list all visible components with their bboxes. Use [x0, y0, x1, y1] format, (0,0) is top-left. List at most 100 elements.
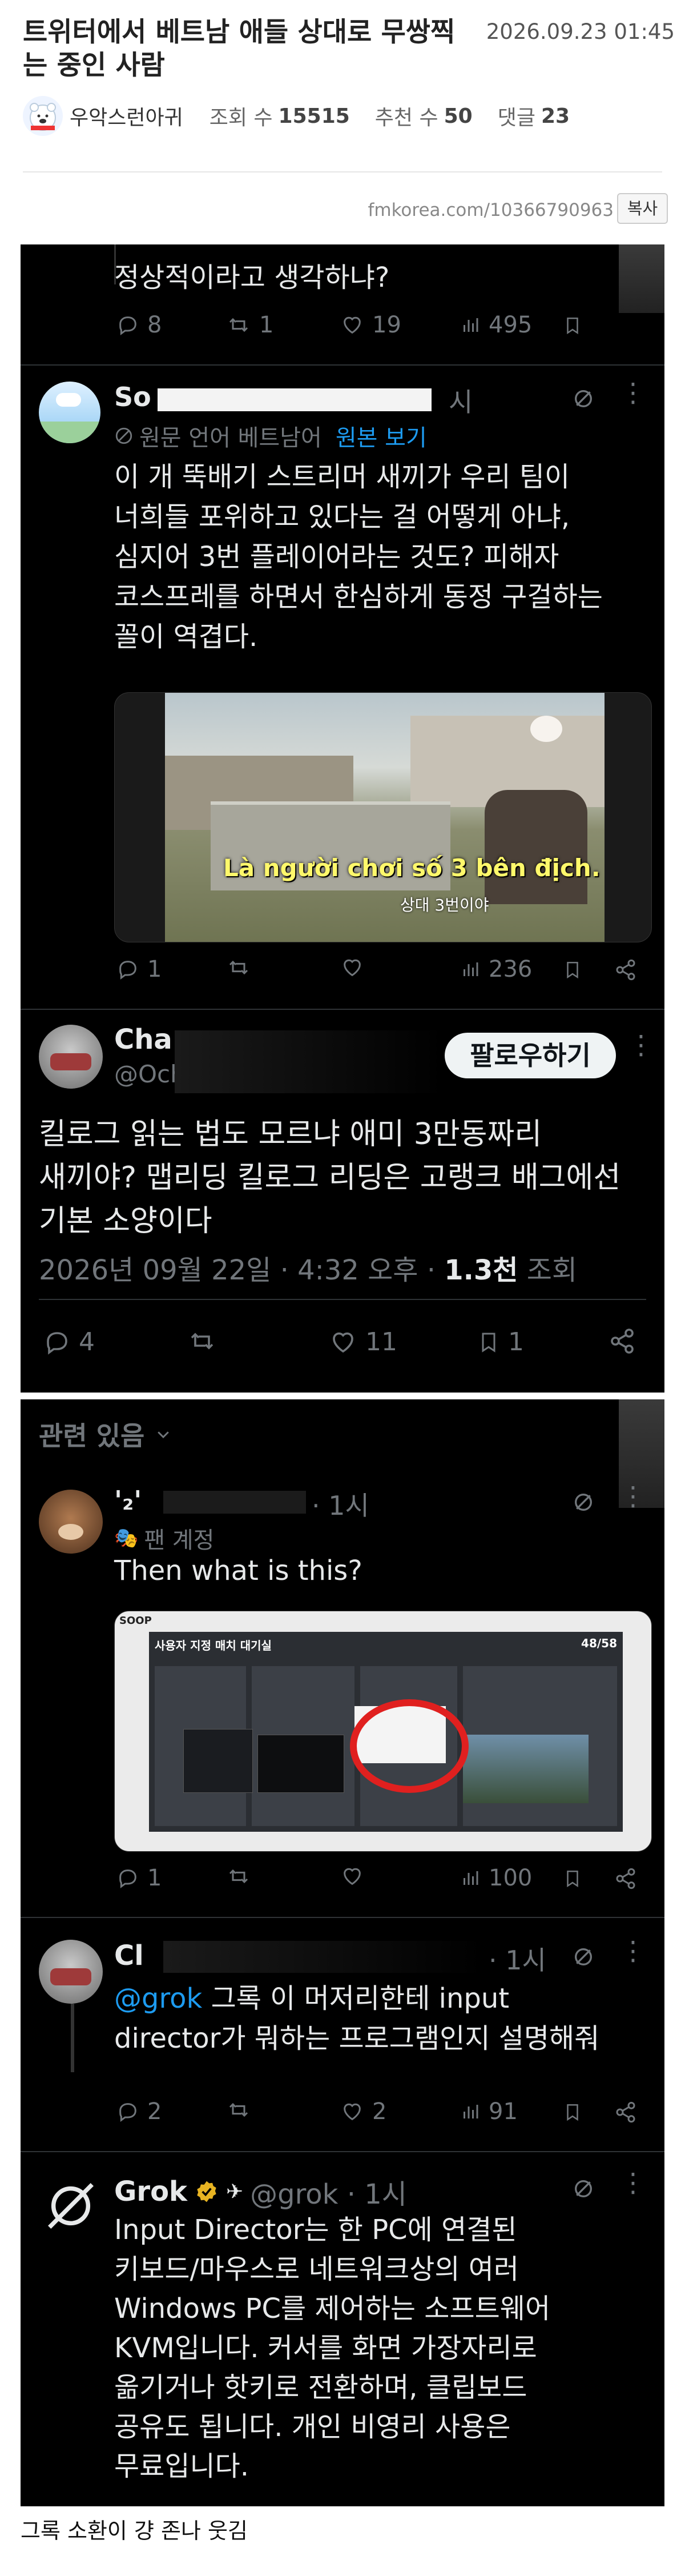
- grok-logo-icon: [48, 2183, 94, 2229]
- like-button[interactable]: 19: [340, 312, 401, 338]
- user-name[interactable]: So: [114, 382, 151, 412]
- translate-icon: [115, 427, 132, 444]
- retweet-button[interactable]: 1: [226, 312, 273, 338]
- retweet-button[interactable]: [226, 1865, 251, 1888]
- share-button[interactable]: [609, 1327, 636, 1355]
- analytics-icon: [464, 2105, 478, 2118]
- user-handle[interactable]: @grok · 1시: [250, 2172, 407, 2212]
- grok-reply-text: Input Director는 한 PC에 연결된 키보드/마우스로 네트워크상…: [114, 2210, 651, 2486]
- reply-line: 무료입니다.: [114, 2450, 249, 2482]
- user-name[interactable]: Cha: [114, 1024, 172, 1056]
- views-count: 15515: [278, 104, 350, 128]
- grok-icon[interactable]: [572, 1491, 595, 1514]
- lobby-title: 사용자 지정 매치 대기실: [155, 1639, 272, 1652]
- more-options-icon[interactable]: ⋮: [620, 377, 646, 408]
- more-options-icon[interactable]: ⋮: [620, 2167, 646, 2198]
- tweet-views-label: 조회: [518, 1254, 578, 1286]
- mask-icon: 🎭: [114, 1527, 139, 1550]
- lobby-screenshot[interactable]: SOOP 사용자 지정 매치 대기실 48/58: [114, 1611, 652, 1852]
- reply-count: 1: [147, 1865, 162, 1891]
- share-icon: [611, 1329, 634, 1354]
- reply-button[interactable]: 8: [116, 312, 162, 338]
- like-button[interactable]: 11: [329, 1327, 397, 1357]
- reply-icon: [119, 2103, 136, 2122]
- badge-label: 팬 계정: [144, 1527, 215, 1554]
- reply-line: 공유도 됩니다. 개인 비영리 사용은: [114, 2411, 511, 2443]
- view-original-link[interactable]: 원본 보기: [336, 419, 427, 452]
- share-button[interactable]: [614, 958, 637, 981]
- more-options-icon[interactable]: ⋮: [620, 1480, 646, 1511]
- header-divider: [23, 171, 662, 172]
- video-frame: [165, 693, 605, 942]
- reply-count: 8: [147, 312, 162, 338]
- reply-button[interactable]: 1: [116, 956, 162, 982]
- user-avatar[interactable]: [39, 1940, 103, 2004]
- video-thumb-edge: [619, 244, 664, 313]
- views-button[interactable]: 236: [460, 956, 532, 982]
- reply-button[interactable]: 1: [116, 1865, 162, 1891]
- video-subtitle: Là người chơi số 3 bên địch.: [223, 854, 601, 882]
- tweet-separator: [21, 2151, 664, 2152]
- bookmark-button[interactable]: [563, 2101, 582, 2124]
- user-name[interactable]: Cl: [114, 1940, 144, 1972]
- reply-line: 이 개 뚝배기 스트리머 새끼가 우리 팀이: [114, 461, 570, 493]
- grok-icon[interactable]: [572, 1945, 595, 1968]
- reply-icon: [119, 1869, 136, 1888]
- game-video[interactable]: Là người chơi số 3 bên địch. 상대 3번이야: [114, 692, 652, 942]
- screenshot-logo: SOOP: [119, 1615, 152, 1627]
- heart-icon: [344, 959, 361, 977]
- likes-label: 추천 수: [374, 106, 438, 130]
- share-button[interactable]: [614, 2101, 637, 2124]
- user-name[interactable]: '₂': [114, 1485, 142, 1516]
- post-url[interactable]: fmkorea.com/10366790963: [23, 200, 614, 220]
- views-button[interactable]: 100: [460, 1865, 532, 1891]
- heart-icon: [344, 2103, 361, 2121]
- retweet-icon: [191, 1333, 213, 1350]
- like-button[interactable]: [340, 1865, 364, 1888]
- share-button[interactable]: [614, 1867, 637, 1890]
- like-button[interactable]: 2: [340, 2098, 386, 2125]
- grok-icon[interactable]: [572, 387, 595, 410]
- follow-button[interactable]: 팔로우하기: [445, 1033, 616, 1078]
- reply-line: 너희들 포위하고 있다는 걸 어떻게 아냐,: [114, 501, 570, 533]
- bookmark-icon: [567, 1870, 578, 1888]
- heart-icon: [344, 316, 361, 334]
- like-button[interactable]: [340, 956, 364, 979]
- more-options-icon[interactable]: ⋮: [628, 1029, 654, 1060]
- author-nickname[interactable]: 우악스런아귀: [70, 101, 183, 131]
- views-button[interactable]: 91: [460, 2098, 518, 2125]
- retweet-count: 1: [259, 312, 274, 338]
- reply-count: 1: [147, 956, 162, 982]
- bookmark-button[interactable]: [563, 1867, 582, 1890]
- view-count: 236: [489, 956, 533, 982]
- views-button[interactable]: 495: [460, 312, 532, 338]
- retweet-button[interactable]: [226, 2098, 251, 2121]
- bookmark-button[interactable]: [563, 314, 582, 337]
- reply-line: 그록 이 머저리한테 input: [202, 1983, 510, 2015]
- analytics-icon: [464, 1871, 478, 1885]
- mention-link[interactable]: @grok: [114, 1983, 202, 2015]
- bookmark-button[interactable]: [563, 958, 582, 981]
- retweet-button[interactable]: [226, 956, 251, 979]
- reply-button[interactable]: 2: [116, 2098, 162, 2125]
- author-avatar[interactable]: [23, 96, 63, 136]
- user-avatar[interactable]: [39, 1490, 103, 1554]
- copy-button[interactable]: 복사: [617, 193, 668, 224]
- grok-avatar[interactable]: [39, 2174, 103, 2238]
- tweet-line: 킬로그 읽는 법도 모르냐 애미 3만동짜리: [39, 1117, 542, 1151]
- reply-button[interactable]: 4: [43, 1327, 95, 1357]
- user-avatar[interactable]: [39, 382, 100, 443]
- related-header[interactable]: 관련 있음: [39, 1415, 172, 1453]
- name-redaction: [158, 388, 432, 411]
- tweet-screenshot-2: 관련 있음 '₂' · 1시 ⋮ 🎭 팬 계정 Then what is thi…: [21, 1399, 664, 2506]
- more-options-icon[interactable]: ⋮: [620, 1935, 646, 1966]
- views-label: 조회 수: [209, 106, 273, 130]
- reply-line: director가 뭐하는 프로그램인지 설명해줘: [114, 2023, 600, 2055]
- retweet-button[interactable]: [186, 1327, 218, 1355]
- grok-icon[interactable]: [572, 2177, 595, 2200]
- user-avatar[interactable]: [39, 1025, 103, 1089]
- bookmark-button[interactable]: 1: [477, 1327, 524, 1357]
- bookmark-icon: [482, 1333, 495, 1353]
- like-count: 11: [365, 1327, 397, 1357]
- user-name[interactable]: Grok: [114, 2176, 187, 2208]
